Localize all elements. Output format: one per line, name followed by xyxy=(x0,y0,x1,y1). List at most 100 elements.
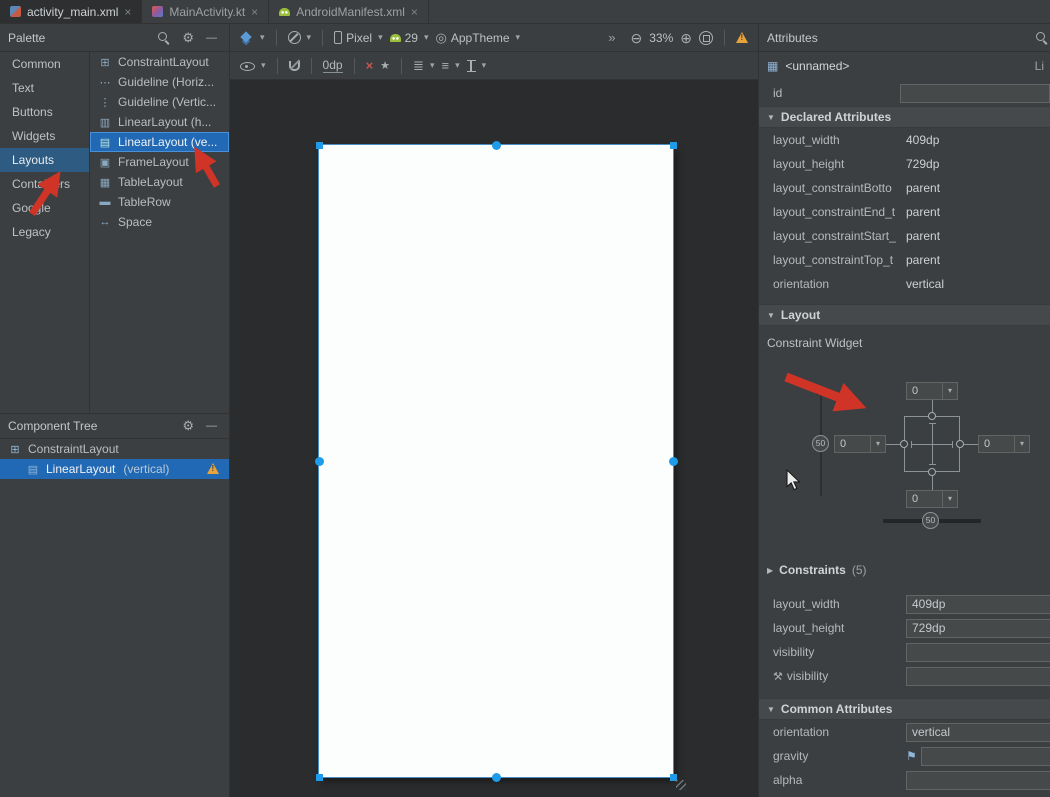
autoconnect-off-magnet-icon[interactable] xyxy=(289,61,300,71)
anchor-right[interactable] xyxy=(669,457,678,466)
anchor-bottom[interactable] xyxy=(492,773,501,782)
guidelines-button[interactable]: ▾ xyxy=(467,60,487,72)
component-tablelayout[interactable]: ▦ TableLayout xyxy=(90,172,229,192)
orientation-input[interactable]: vertical xyxy=(906,723,1050,742)
design-surface[interactable] xyxy=(230,80,758,797)
attr-row-constraint-bottom[interactable]: layout_constraintBotto parent xyxy=(759,176,1050,200)
gear-icon[interactable]: ⚙ xyxy=(182,30,194,46)
category-buttons[interactable]: Buttons xyxy=(0,100,89,124)
view-options-button[interactable]: ▾ xyxy=(240,59,266,72)
pack-button[interactable]: ≣ ▾ xyxy=(413,58,434,74)
anchor-left[interactable] xyxy=(315,457,324,466)
canvas-resize-grip[interactable] xyxy=(676,780,686,790)
bottom-anchor[interactable] xyxy=(928,468,936,476)
attr-row-constraint-start[interactable]: layout_constraintStart_ parent xyxy=(759,224,1050,248)
attr-row-constraint-top[interactable]: layout_constraintTop_t parent xyxy=(759,248,1050,272)
gear-icon[interactable]: ⚙ xyxy=(182,418,194,434)
warning-icon[interactable] xyxy=(207,463,219,474)
constraint-toolbar: ▾ 0dp × ★ ≣ ▾ ≡ ▾ ▾ xyxy=(230,52,758,80)
category-widgets[interactable]: Widgets xyxy=(0,124,89,148)
vertical-bias-badge[interactable]: 50 xyxy=(812,435,829,452)
default-margin-button[interactable]: 0dp xyxy=(323,59,343,73)
component-linearlayout-vertical[interactable]: ▤ LinearLayout (ve... xyxy=(90,132,229,152)
theme-selector[interactable]: ◎ AppTheme ▾ xyxy=(436,31,521,45)
id-input[interactable] xyxy=(900,84,1050,103)
top-anchor[interactable] xyxy=(928,412,936,420)
resize-handle-top-left[interactable] xyxy=(316,142,323,149)
category-text[interactable]: Text xyxy=(0,76,89,100)
tab-mainactivity-kt[interactable]: MainActivity.kt × xyxy=(142,0,269,23)
category-containers[interactable]: Containers xyxy=(0,172,89,196)
infer-constraints-icon[interactable]: ★ xyxy=(380,59,390,72)
layout-height-input[interactable]: 729dp xyxy=(906,619,1050,638)
horizontal-bias-badge[interactable]: 50 xyxy=(922,512,939,529)
zoom-out-button[interactable]: ⊖ xyxy=(631,31,643,45)
attr-row-layout-height[interactable]: layout_height 729dp xyxy=(759,152,1050,176)
tab-androidmanifest-xml[interactable]: AndroidManifest.xml × xyxy=(269,0,429,23)
layout-width-input[interactable]: 409dp xyxy=(906,595,1050,614)
attr-row-layout-width[interactable]: layout_width 409dp xyxy=(759,128,1050,152)
gravity-flag-icon[interactable]: ⚑ xyxy=(906,749,917,763)
attr-row-orientation[interactable]: orientation vertical xyxy=(759,272,1050,296)
category-common[interactable]: Common xyxy=(0,52,89,76)
zoom-out-icon: ⊖ xyxy=(631,31,643,45)
toolbar-overflow-button[interactable]: » xyxy=(608,30,615,45)
tree-item-suffix: (vertical) xyxy=(123,462,169,476)
component-space[interactable]: ↔ Space xyxy=(90,212,229,232)
component-guideline-horizontal[interactable]: ⋯ Guideline (Horiz... xyxy=(90,72,229,92)
attr-row-constraint-end[interactable]: layout_constraintEnd_t parent xyxy=(759,200,1050,224)
component-linearlayout-horizontal[interactable]: ▥ LinearLayout (h... xyxy=(90,112,229,132)
close-icon[interactable]: × xyxy=(124,6,131,18)
orientation-button[interactable]: ▾ xyxy=(288,31,312,44)
clear-constraints-icon[interactable]: × xyxy=(366,58,374,73)
component-constraintlayout[interactable]: ⊞ ConstraintLayout xyxy=(90,52,229,72)
close-icon[interactable]: × xyxy=(411,6,418,18)
right-anchor[interactable] xyxy=(956,440,964,448)
device-selector[interactable]: Pixel ▾ xyxy=(334,31,383,45)
design-mode-button[interactable]: ▾ xyxy=(240,31,265,45)
search-icon[interactable] xyxy=(1035,31,1048,44)
chevron-down-icon: ▾ xyxy=(260,32,265,43)
category-legacy[interactable]: Legacy xyxy=(0,220,89,244)
align-button[interactable]: ≡ ▾ xyxy=(441,58,459,73)
resize-handle-bottom-left[interactable] xyxy=(316,774,323,781)
resize-handle-top-right[interactable] xyxy=(670,142,677,149)
api-level-selector[interactable]: 29 ▾ xyxy=(390,31,429,45)
tools-visibility-input[interactable] xyxy=(906,667,1050,686)
component-guideline-vertical[interactable]: ⋮ Guideline (Vertic... xyxy=(90,92,229,112)
margin-left-dropdown[interactable]: 0 ▾ xyxy=(834,435,886,453)
component-tablerow[interactable]: ▬ TableRow xyxy=(90,192,229,212)
hide-panel-icon[interactable]: — xyxy=(206,420,217,432)
zoom-in-button[interactable]: ⊕ xyxy=(680,31,692,45)
margin-right-dropdown[interactable]: 0 ▾ xyxy=(978,435,1030,453)
device-screen-artboard[interactable] xyxy=(319,145,673,777)
visibility-input[interactable] xyxy=(906,643,1050,662)
layout-section[interactable]: ▼ Layout xyxy=(759,304,1050,326)
anchor-top[interactable] xyxy=(492,141,501,150)
category-google[interactable]: Google xyxy=(0,196,89,220)
component-framelayout[interactable]: ▣ FrameLayout xyxy=(90,152,229,172)
tree-item-constraintlayout[interactable]: ⊞ ConstraintLayout xyxy=(0,439,229,459)
tree-item-linearlayout-vertical[interactable]: ▤ LinearLayout (vertical) xyxy=(0,459,229,479)
hide-panel-icon[interactable]: — xyxy=(206,32,217,44)
chevron-down-icon: ▾ xyxy=(307,32,312,43)
gravity-input[interactable] xyxy=(921,747,1050,766)
common-attributes-section[interactable]: ▼ Common Attributes xyxy=(759,698,1050,720)
zoom-fit-icon[interactable] xyxy=(699,31,713,45)
tab-activity-main-xml[interactable]: activity_main.xml × xyxy=(0,0,142,23)
constraint-widget-box[interactable] xyxy=(904,416,960,472)
theme-icon: ◎ xyxy=(436,31,447,44)
collapse-triangle-icon: ▼ xyxy=(767,311,775,320)
constraints-section[interactable]: ▶ Constraints (5) xyxy=(759,558,1050,582)
alpha-input[interactable] xyxy=(906,771,1050,790)
close-icon[interactable]: × xyxy=(251,6,258,18)
warnings-button[interactable] xyxy=(736,32,748,43)
left-anchor[interactable] xyxy=(900,440,908,448)
margin-bottom-dropdown[interactable]: 0 ▾ xyxy=(906,490,958,508)
declared-attributes-section[interactable]: ▼ Declared Attributes xyxy=(759,106,1050,128)
search-icon[interactable] xyxy=(157,31,170,44)
design-mode-layers-icon xyxy=(240,31,251,42)
margin-top-dropdown[interactable]: 0 ▾ xyxy=(906,382,958,400)
chevron-down-icon: ▾ xyxy=(1014,436,1029,452)
category-layouts[interactable]: Layouts xyxy=(0,148,89,172)
